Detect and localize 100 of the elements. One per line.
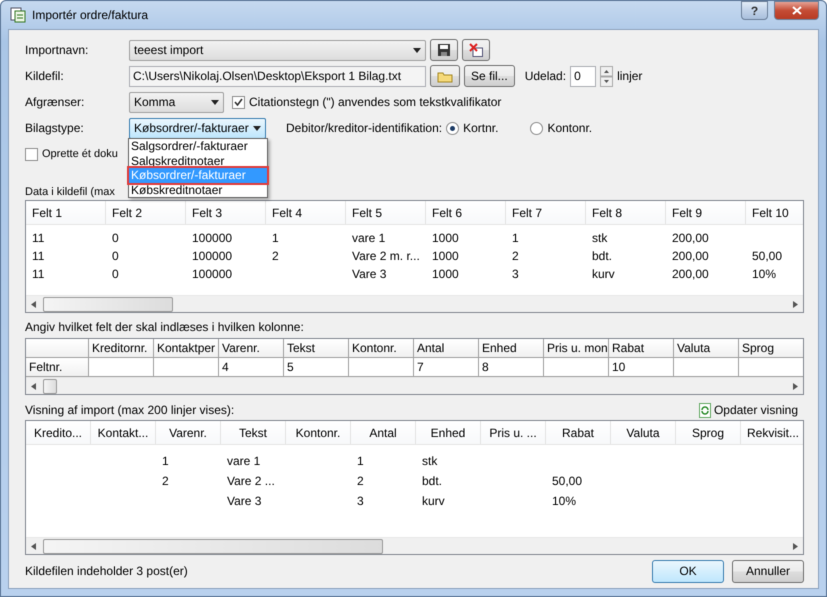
radio-label: Kortnr. bbox=[463, 121, 498, 135]
single-document-label: Oprette ét doku bbox=[42, 148, 118, 160]
table-cell-text: 1000 bbox=[431, 248, 460, 265]
column-header[interactable]: Sprog bbox=[676, 421, 741, 444]
grid-cell[interactable] bbox=[349, 358, 414, 377]
qualifier-label: Citationstegn (") anvendes som tekstkvalifikator bbox=[249, 95, 502, 109]
column-header[interactable]: Kontonr. bbox=[286, 421, 351, 444]
grid-cell[interactable] bbox=[89, 358, 154, 377]
table-cell-text: 100000 bbox=[191, 248, 234, 265]
column-header: Tekst bbox=[284, 339, 349, 358]
ok-button[interactable]: OK bbox=[652, 560, 724, 582]
open-folder-button[interactable] bbox=[430, 65, 460, 87]
column-header[interactable]: Kredito... bbox=[26, 421, 91, 444]
browse-button[interactable]: Se fil... bbox=[464, 65, 515, 87]
qualifier-checkbox[interactable] bbox=[232, 96, 245, 108]
column-header[interactable]: Varenr. bbox=[156, 421, 221, 444]
table-cell-text: kurv bbox=[421, 493, 446, 510]
delete-button[interactable] bbox=[462, 39, 490, 61]
save-icon bbox=[437, 43, 451, 57]
grid-cell[interactable]: 10 bbox=[609, 358, 674, 377]
grid-cell[interactable]: 4 bbox=[219, 358, 284, 377]
field-label: Afgrænser: bbox=[25, 95, 86, 109]
skip-lines-field[interactable]: 0 bbox=[570, 66, 596, 86]
column-header: Enhed bbox=[479, 339, 544, 358]
column-header[interactable]: Felt 9 bbox=[666, 201, 746, 224]
column-header[interactable]: Antal bbox=[351, 421, 416, 444]
source-file-field[interactable]: C:\Users\Nikolaj.Olsen\Desktop\Eksport 1 Bilag.txt bbox=[129, 66, 426, 86]
column-header[interactable]: Tekst bbox=[221, 421, 286, 444]
table-cell-text: bdt. bbox=[591, 248, 614, 265]
table-cell-text: 10% bbox=[751, 266, 778, 283]
table-cell-text: Vare 2 m. r... bbox=[351, 248, 421, 265]
column-header: Kreditornr. bbox=[89, 339, 154, 358]
horizontal-scrollbar[interactable] bbox=[26, 377, 803, 394]
column-header[interactable]: Rekvisit... bbox=[741, 421, 803, 444]
horizontal-scrollbar[interactable] bbox=[26, 537, 803, 554]
column-header: Rabat bbox=[609, 339, 674, 358]
horizontal-scrollbar[interactable] bbox=[26, 295, 803, 312]
table-cell-text: stk bbox=[591, 230, 608, 247]
column-header[interactable]: Felt 6 bbox=[426, 201, 506, 224]
scroll-right-icon[interactable] bbox=[793, 542, 798, 550]
column-header[interactable]: Kontakt... bbox=[91, 421, 156, 444]
table-cell-text: 1000 bbox=[431, 230, 460, 247]
table-cell-text: 200,00 bbox=[671, 230, 710, 247]
grid-cell[interactable] bbox=[154, 358, 219, 377]
table-cell-text: 11 bbox=[31, 266, 46, 283]
grid-cell[interactable] bbox=[544, 358, 609, 377]
help-button[interactable]: ? bbox=[741, 1, 768, 20]
scroll-left-icon[interactable] bbox=[31, 542, 36, 550]
table-cell-text: 1000 bbox=[431, 266, 460, 283]
column-header[interactable]: Felt 3 bbox=[186, 201, 266, 224]
table-cell-text: 1 bbox=[511, 230, 520, 247]
save-button[interactable] bbox=[430, 39, 458, 61]
import-name-dropdown[interactable]: teeest import bbox=[129, 40, 426, 60]
scrollbar-thumb[interactable] bbox=[43, 297, 173, 312]
window-title: Importér ordre/faktura bbox=[32, 8, 150, 22]
scrollbar-thumb[interactable] bbox=[43, 379, 57, 394]
grid-cell[interactable] bbox=[674, 358, 739, 377]
spinner-icon[interactable] bbox=[600, 66, 614, 86]
field-label: Importnavn: bbox=[25, 43, 90, 57]
column-header[interactable]: Pris u. ... bbox=[481, 421, 546, 444]
cancel-button[interactable]: Annuller bbox=[732, 560, 804, 582]
grid-cell[interactable]: 5 bbox=[284, 358, 349, 377]
table-cell-text: 3 bbox=[511, 266, 520, 283]
single-document-checkbox[interactable] bbox=[25, 148, 38, 160]
column-header[interactable]: Felt 1 bbox=[26, 201, 106, 224]
delete-icon bbox=[469, 43, 483, 57]
table-cell-text: 1 bbox=[356, 453, 365, 470]
column-header: Varenr. bbox=[219, 339, 284, 358]
grid-cell[interactable]: 7 bbox=[414, 358, 479, 377]
column-header[interactable]: Felt 2 bbox=[106, 201, 186, 224]
close-button[interactable] bbox=[774, 1, 819, 20]
grid-cell[interactable]: 8 bbox=[479, 358, 544, 377]
radio-button[interactable] bbox=[446, 122, 460, 134]
table-cell-text: 2 bbox=[161, 473, 170, 490]
column-header[interactable]: Valuta bbox=[611, 421, 676, 444]
dropdown-option[interactable]: Salgsordrer/-fakturaer bbox=[129, 139, 267, 154]
field-label: Kildefil: bbox=[25, 69, 65, 83]
table-cell-text: 1 bbox=[271, 230, 280, 247]
voucher-type-dropdown[interactable]: Købsordrer/-fakturaer bbox=[129, 118, 266, 138]
column-header[interactable]: Felt 5 bbox=[346, 201, 426, 224]
scroll-right-icon[interactable] bbox=[793, 300, 798, 308]
column-header[interactable]: Felt 10 bbox=[746, 201, 803, 224]
column-header[interactable]: Felt 7 bbox=[506, 201, 586, 224]
column-header[interactable]: Felt 8 bbox=[586, 201, 666, 224]
table-cell-text: 10% bbox=[551, 493, 578, 510]
column-header[interactable]: Felt 4 bbox=[266, 201, 346, 224]
table-cell-text: 0 bbox=[111, 230, 120, 247]
table-cell-text: Vare 3 bbox=[226, 493, 262, 510]
grid-corner-header bbox=[26, 339, 89, 358]
scroll-left-icon[interactable] bbox=[31, 300, 36, 308]
table-cell-text: vare 1 bbox=[351, 230, 386, 247]
scroll-right-icon[interactable] bbox=[793, 382, 798, 390]
scrollbar-thumb[interactable] bbox=[43, 539, 383, 554]
column-header: Kontonr. bbox=[349, 339, 414, 358]
skip-label: Udelad: bbox=[524, 69, 566, 83]
radio-button[interactable] bbox=[530, 122, 544, 134]
scroll-left-icon[interactable] bbox=[31, 382, 36, 390]
column-header[interactable]: Enhed bbox=[416, 421, 481, 444]
column-header[interactable]: Rabat bbox=[546, 421, 611, 444]
delimiter-dropdown[interactable]: Komma bbox=[129, 92, 224, 112]
